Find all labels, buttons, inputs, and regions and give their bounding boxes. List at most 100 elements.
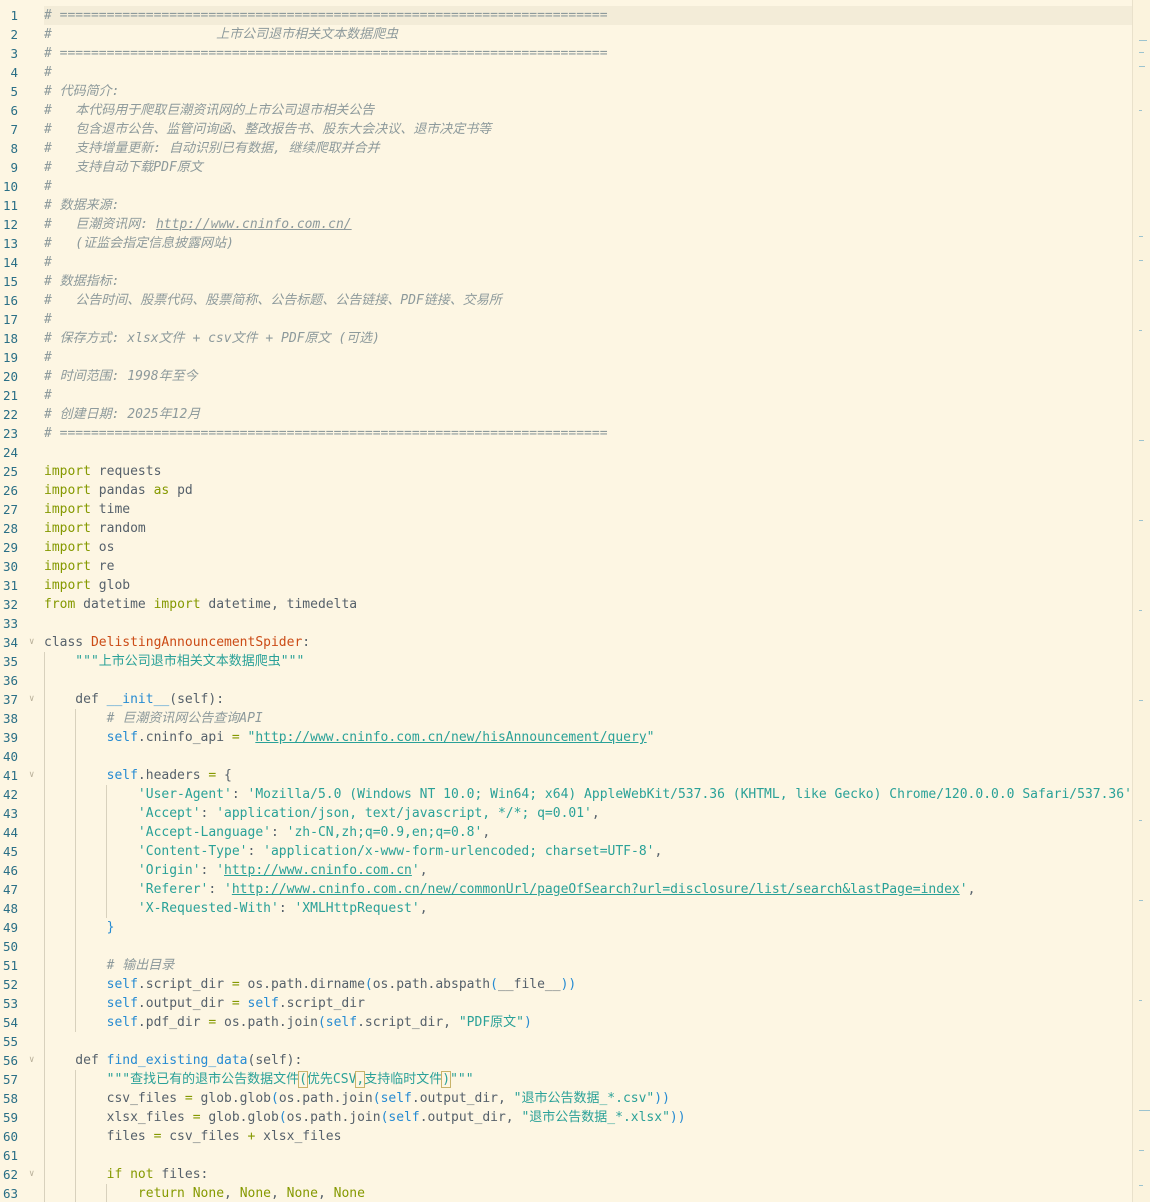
line-number: 25 [2,464,18,479]
code-token: , [317,1186,334,1201]
code-token: # 代码简介: [44,84,120,99]
code-line[interactable]: # 时间范围: 1998年至今 [44,367,1132,386]
code-line[interactable]: 'X-Requested-With': 'XMLHttpRequest', [44,899,1132,918]
fold-chevron-icon[interactable]: ∨ [29,633,37,652]
code-line[interactable]: def find_existing_data(self): [44,1051,1132,1070]
code-line[interactable]: import glob [44,576,1132,595]
code-line[interactable]: # ======================================… [44,424,1132,443]
code-line[interactable]: # (证监会指定信息披露网站) [44,234,1132,253]
code-line[interactable]: self.pdf_dir = os.path.join(self.script_… [44,1013,1132,1032]
code-line[interactable] [44,671,1132,690]
fold-chevron-icon[interactable]: ∨ [29,766,37,785]
code-token: , [591,806,600,821]
code-token: ) [523,1015,532,1030]
code-line[interactable]: # 包含退市公告、监管问询函、整改报告书、股东大会决议、退市决定书等 [44,120,1132,139]
code-line[interactable]: import time [44,500,1132,519]
vertical-scrollbar[interactable] [1132,0,1150,1202]
code-token: = [231,996,240,1011]
code-token: 支持临时文件 [364,1072,443,1087]
code-line[interactable]: class DelistingAnnouncementSpider: [44,633,1132,652]
code-line[interactable] [44,1146,1132,1165]
code-line[interactable]: # 巨潮资讯网: http://www.cninfo.com.cn/ [44,215,1132,234]
code-line[interactable]: # ======================================… [44,44,1132,63]
code-token: def [44,1053,107,1068]
overview-ruler-mark [1139,1150,1144,1151]
code-token: self [44,768,138,783]
code-line[interactable]: # 本代码用于爬取巨潮资讯网的上市公司退市相关公告 [44,101,1132,120]
code-line[interactable]: import random [44,519,1132,538]
code-line[interactable]: csv_files = glob.glob(os.path.join(self.… [44,1089,1132,1108]
code-line[interactable]: # 巨潮资讯网公告查询API [44,709,1132,728]
code-line[interactable]: # 保存方式: xlsx文件 + csv文件 + PDF原文 (可选) [44,329,1132,348]
code-line[interactable]: # 输出目录 [44,956,1132,975]
line-number: 10 [2,179,18,194]
code-token: csv_files [44,1091,185,1106]
fold-chevron-icon[interactable]: ∨ [29,1051,37,1070]
code-line[interactable]: """查找已有的退市公告数据文件(优先CSV,支持临时文件)""" [44,1070,1132,1089]
code-token: ( [278,1110,287,1125]
code-line[interactable]: # 支持增量更新: 自动识别已有数据, 继续爬取并合并 [44,139,1132,158]
code-line[interactable]: # 代码简介: [44,82,1132,101]
code-line[interactable]: # [44,310,1132,329]
code-line[interactable]: def __init__(self): [44,690,1132,709]
code-line[interactable]: 'Referer': 'http://www.cninfo.com.cn/new… [44,880,1132,899]
code-line[interactable]: self.output_dir = self.script_dir [44,994,1132,1013]
code-line[interactable] [44,443,1132,462]
code-line[interactable]: # 数据指标: [44,272,1132,291]
code-token: """上市公司退市相关文本数据爬虫""" [44,654,305,669]
code-line[interactable]: # 上市公司退市相关文本数据爬虫 [44,25,1132,44]
indent-guide [75,1070,76,1202]
code-editor[interactable]: 1 2 3 4 5 6 7 8 9 10 11 12 13 14 15 16 17 18 19 20 21 22 23 24 2… [0,0,1132,1202]
fold-chevron-icon[interactable]: ∨ [29,1165,37,1184]
code-line[interactable]: # [44,177,1132,196]
code-line[interactable]: # 支持自动下载PDF原文 [44,158,1132,177]
code-line[interactable]: # [44,253,1132,272]
code-line[interactable] [44,614,1132,633]
code-line[interactable]: import pandas as pd [44,481,1132,500]
code-line[interactable]: 'User-Agent': 'Mozilla/5.0 (Windows NT 1… [44,785,1132,804]
code-line[interactable]: files = csv_files + xlsx_files [44,1127,1132,1146]
code-line[interactable]: # 创建日期: 2025年12月 [44,405,1132,424]
code-token: "退市公告数据_*.xlsx" [521,1110,670,1125]
code-line[interactable]: 'Origin': 'http://www.cninfo.com.cn', [44,861,1132,880]
code-line[interactable]: 'Content-Type': 'application/x-www-form-… [44,842,1132,861]
code-line[interactable]: # [44,348,1132,367]
code-line[interactable]: # [44,386,1132,405]
code-token: import [153,597,201,612]
code-line[interactable]: xlsx_files = glob.glob(os.path.join(self… [44,1108,1132,1127]
code-line[interactable]: self.headers = { [44,766,1132,785]
code-token: .script_dir, [357,1015,459,1030]
line-number: 59 [2,1110,18,1125]
code-line[interactable]: } [44,918,1132,937]
code-line[interactable]: import os [44,538,1132,557]
code-line[interactable]: if not files: [44,1165,1132,1184]
overview-ruler-mark [1139,236,1143,237]
code-token: datetime, timedelta [200,597,358,612]
code-line[interactable]: import re [44,557,1132,576]
code-line[interactable]: import requests [44,462,1132,481]
code-token: 'Origin' [44,863,201,878]
code-line[interactable] [44,937,1132,956]
code-line[interactable]: return None, None, None, None [44,1184,1132,1202]
code-line[interactable]: # ======================================… [44,6,1132,25]
code-line[interactable] [44,1032,1132,1051]
code-line[interactable]: 'Accept-Language': 'zh-CN,zh;q=0.9,en;q=… [44,823,1132,842]
code-token: ( [317,1015,326,1030]
line-number: 60 [2,1129,18,1144]
fold-chevron-icon[interactable]: ∨ [29,690,37,709]
code-line[interactable]: self.script_dir = os.path.dirname(os.pat… [44,975,1132,994]
code-line[interactable]: # [44,63,1132,82]
code-line[interactable] [44,747,1132,766]
code-line[interactable]: 'Accept': 'application/json, text/javasc… [44,804,1132,823]
code-line[interactable]: from datetime import datetime, timedelta [44,595,1132,614]
code-token: # (证监会指定信息披露网站) [44,236,234,251]
code-line[interactable]: # 公告时间、股票代码、股票简称、公告标题、公告链接、PDF链接、交易所 [44,291,1132,310]
code-token: ( [490,977,498,992]
code-token: # [44,65,52,80]
code-token: def [44,692,107,707]
code-token: # ======================================… [44,426,608,441]
code-line[interactable]: # 数据来源: [44,196,1132,215]
code-line[interactable]: """上市公司退市相关文本数据爬虫""" [44,652,1132,671]
code-line[interactable]: self.cninfo_api = "http://www.cninfo.com… [44,728,1132,747]
